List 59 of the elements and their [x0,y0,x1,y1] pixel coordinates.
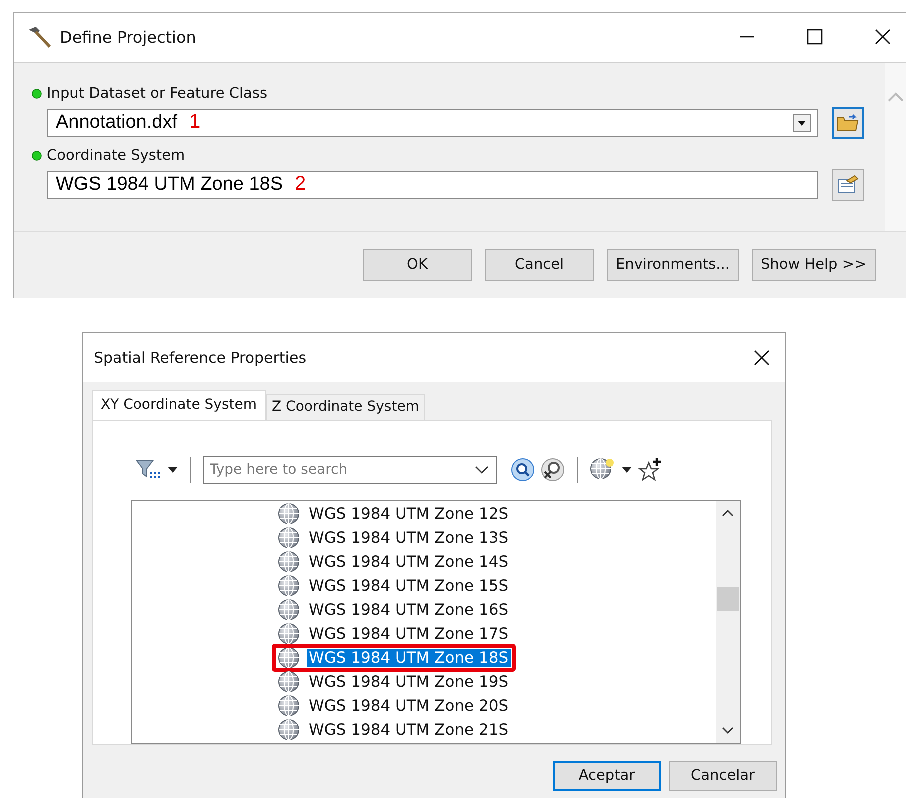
scrollbar[interactable] [885,62,906,232]
chevron-down-icon[interactable] [475,465,489,475]
list-item[interactable]: WGS 1984 UTM Zone 19S [307,673,511,691]
tab[interactable]: Z Coordinate System [266,394,426,420]
star-icon[interactable] [638,457,664,483]
dialog-button[interactable]: Aceptar [553,761,661,791]
globe-icon [278,599,300,621]
annotation-number: 1 [189,111,201,134]
field-value: Annotation.dxf [56,112,178,134]
list-item[interactable]: WGS 1984 UTM Zone 15S [307,577,511,595]
globe-icon [278,575,300,597]
chevron-up-icon[interactable] [722,509,734,517]
globe-icon [278,551,300,573]
globe-icon[interactable] [590,458,616,482]
folder-icon [837,112,859,133]
list-item[interactable]: WGS 1984 UTM Zone 16S [307,601,511,619]
globe-icon [278,695,300,717]
browse-button[interactable] [832,106,864,139]
field-label: Coordinate System [47,148,186,164]
globe-icon [278,647,300,669]
list-item[interactable]: WGS 1984 UTM Zone 14S [307,553,511,571]
field-label: Input Dataset or Feature Class [47,86,268,102]
field-value: WGS 1984 UTM Zone 18S [56,174,284,196]
dialog-button[interactable]: OK [363,249,472,282]
list-item[interactable]: WGS 1984 UTM Zone 13S [307,529,511,547]
maximize-icon[interactable] [806,28,824,46]
dialog-button[interactable]: Show Help >> [752,249,876,282]
dialog-button[interactable]: Cancel [485,249,594,282]
list-item[interactable]: WGS 1984 UTM Zone 20S [307,697,511,715]
window-title: Spatial Reference Properties [94,348,307,366]
tab[interactable]: XY Coordinate System [92,390,266,420]
required-dot-icon [32,150,42,161]
globe-icon [278,503,300,525]
caret-icon[interactable] [168,467,178,473]
scrollbar-thumb[interactable] [717,587,739,611]
dialog-button[interactable]: Environments... [607,249,739,282]
scrollbar[interactable] [716,501,740,743]
list-item[interactable]: WGS 1984 UTM Zone 21S [307,721,511,739]
close-icon[interactable] [874,28,892,46]
close-icon[interactable] [753,348,771,366]
chevron-down-icon[interactable] [722,727,734,735]
search-icon[interactable] [511,458,535,482]
globe-icon [278,719,300,741]
list-item[interactable]: WGS 1984 UTM Zone 17S [307,625,511,643]
globe-icon [278,671,300,693]
dialog-button[interactable]: Cancelar [669,761,777,791]
dropdown-field[interactable]: Annotation.dxf 1 [47,108,818,137]
annotation-number: 2 [295,173,306,196]
globe-icon [278,527,300,549]
caret-icon[interactable] [622,467,632,473]
search-field[interactable]: Type here to search [203,456,497,484]
input-field[interactable]: WGS 1984 UTM Zone 18S 2 [47,170,818,199]
window-title: Define Projection [60,28,196,47]
properties-icon [837,174,859,195]
list-item[interactable]: WGS 1984 UTM Zone 18S [307,649,511,667]
globe-icon [278,623,300,645]
browse-button[interactable] [832,168,864,201]
required-dot-icon [32,88,42,99]
list-item[interactable]: WGS 1984 UTM Zone 12S [307,505,511,523]
